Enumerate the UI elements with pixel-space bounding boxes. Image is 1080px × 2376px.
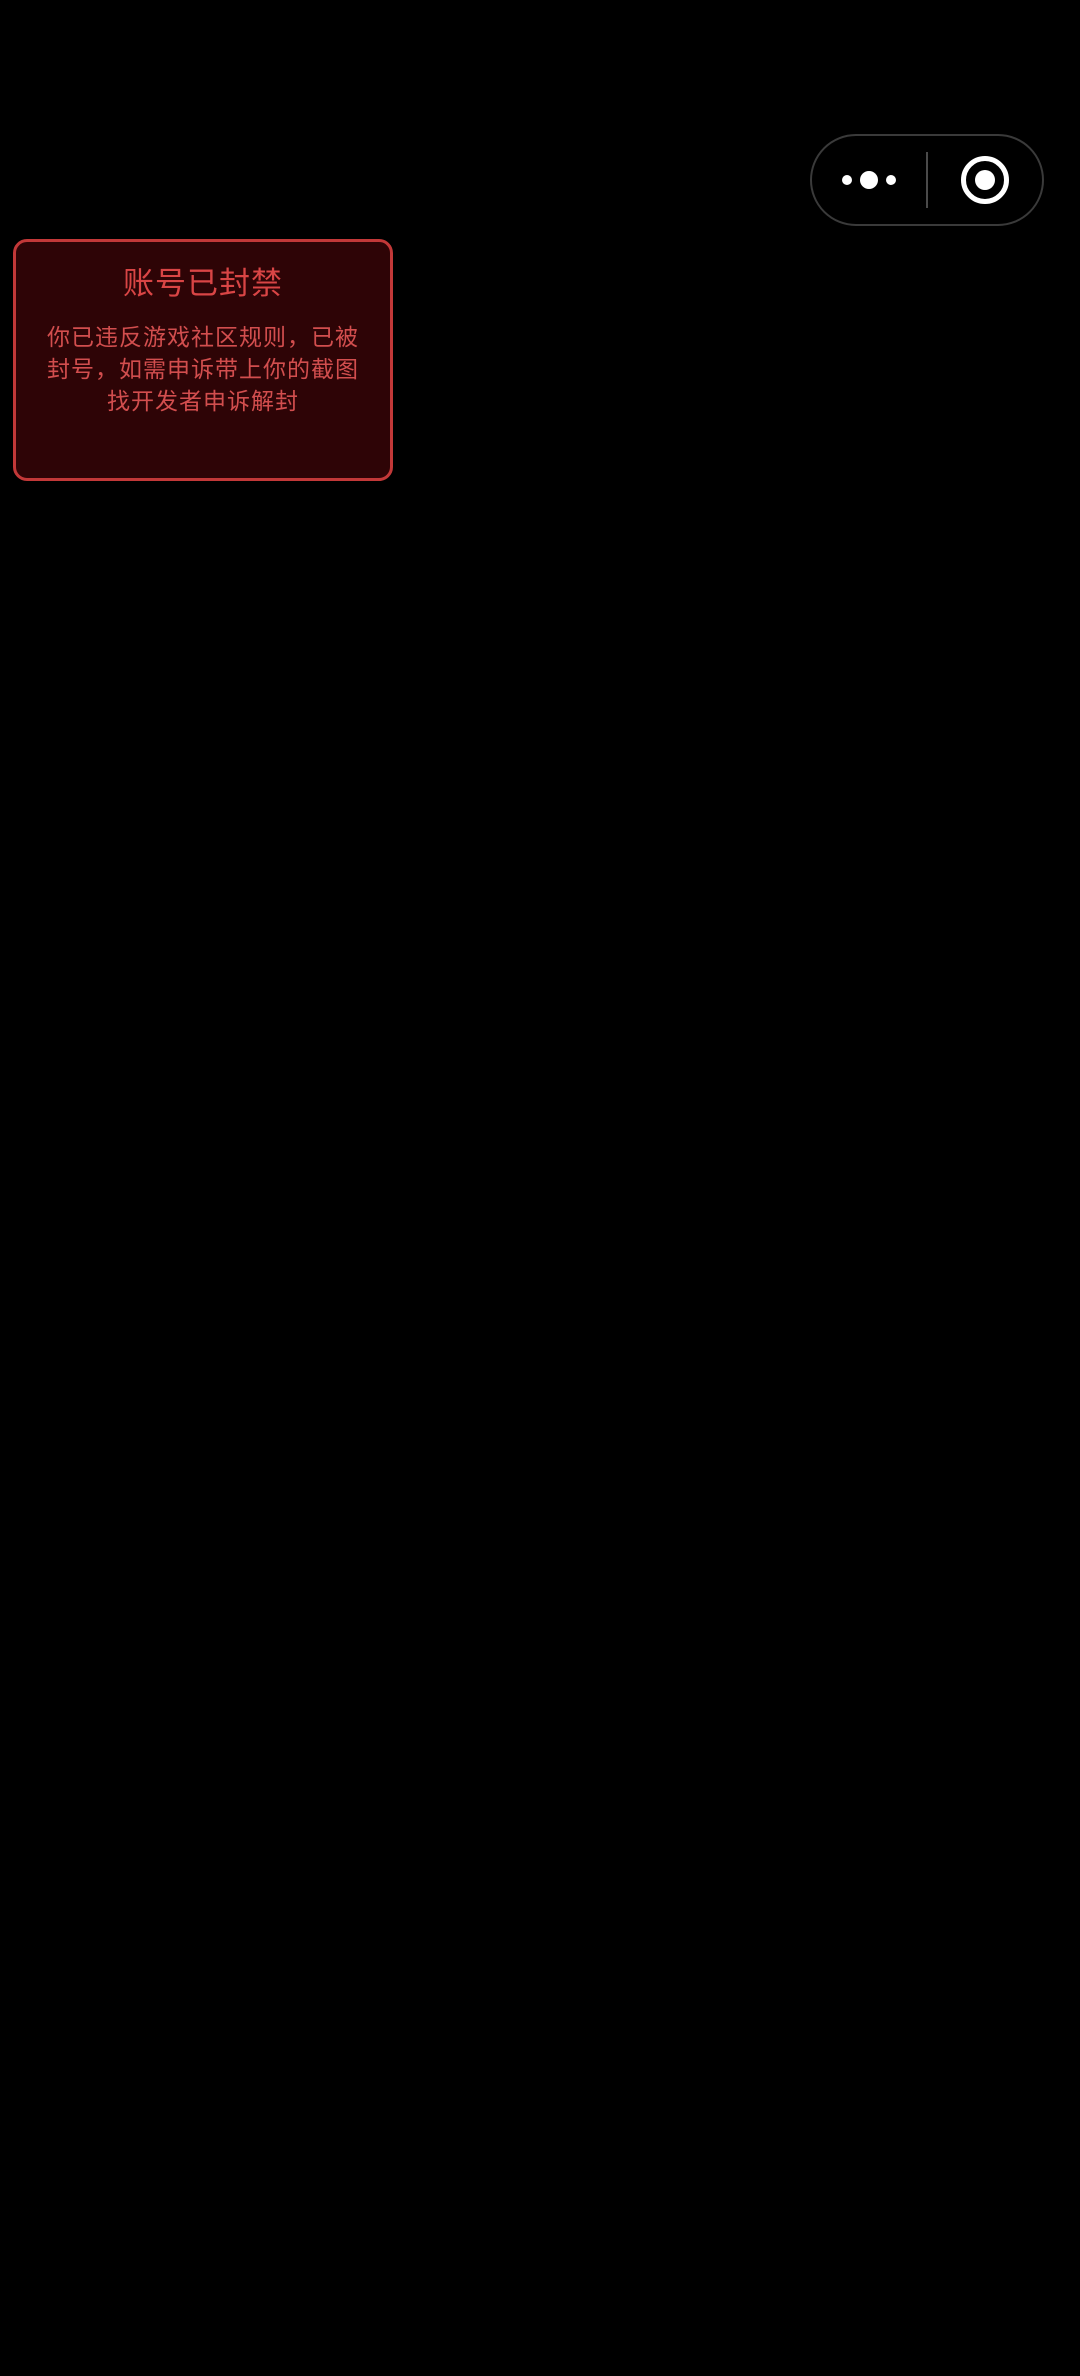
dot — [842, 175, 852, 185]
more-button[interactable] — [812, 136, 926, 224]
ban-title: 账号已封禁 — [123, 266, 283, 302]
dot — [886, 175, 896, 185]
ban-message: 你已违反游戏社区规则，已被封号，如需申诉带上你的截图找开发者申诉解封 — [47, 325, 359, 415]
more-dots-icon — [842, 171, 896, 189]
ban-notice-card: 账号已封禁 你已违反游戏社区规则，已被封号，如需申诉带上你的截图找开发者申诉解封 — [13, 239, 393, 481]
miniprogram-capsule — [810, 134, 1044, 226]
dot — [860, 171, 878, 189]
close-target-icon — [961, 156, 1009, 204]
close-button[interactable] — [928, 136, 1042, 224]
